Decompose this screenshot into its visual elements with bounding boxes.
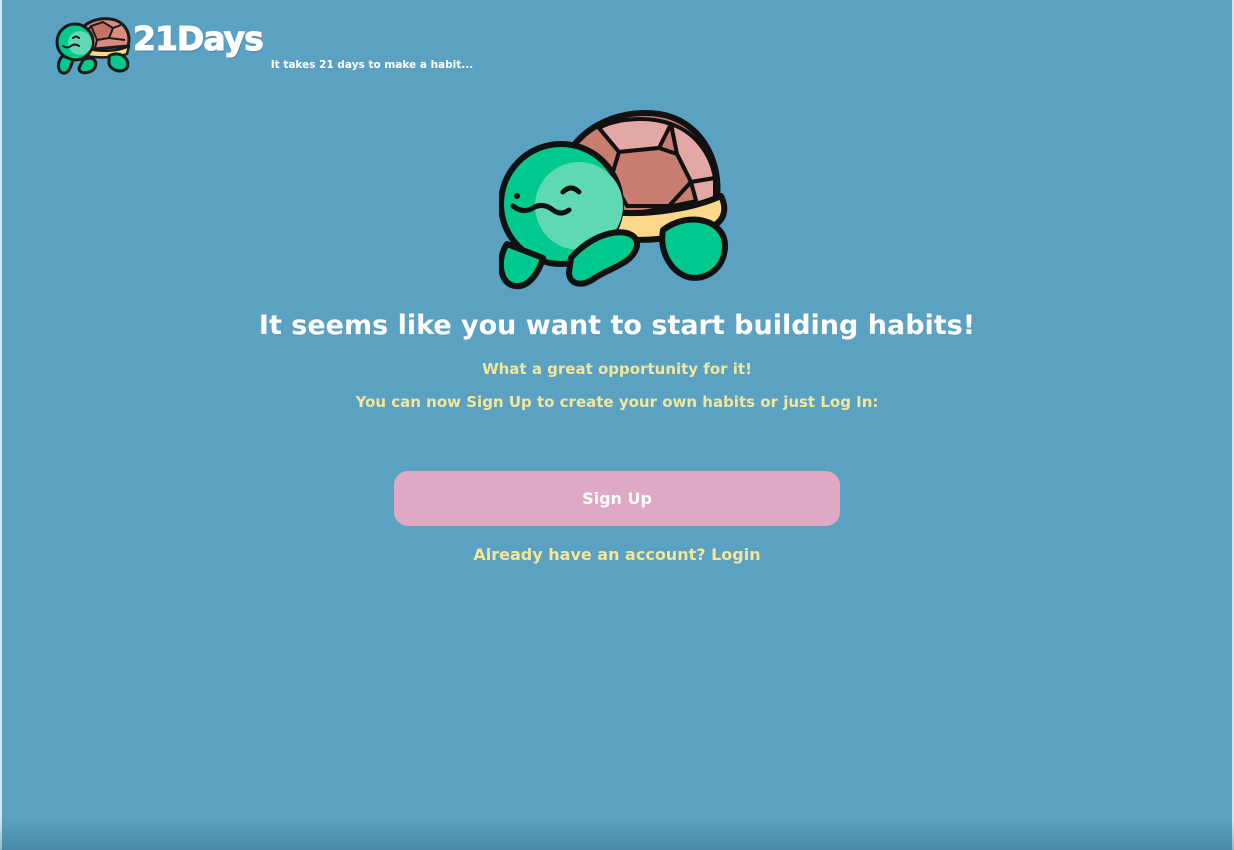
login-link[interactable]: Already have an account? Login (473, 545, 760, 564)
sign-up-button[interactable]: Sign Up (394, 471, 840, 526)
bottom-shade (0, 820, 1234, 850)
welcome-panel: It seems like you want to start building… (0, 108, 1234, 564)
brand-name[interactable]: 21Days (133, 22, 265, 56)
app-header: 21Days It takes 21 days to make a habit.… (55, 16, 473, 78)
tagline: It takes 21 days to make a habit... (270, 59, 474, 71)
turtle-illustration (499, 110, 729, 290)
instruction-text: You can now Sign Up to create your own h… (355, 393, 879, 411)
page-title: It seems like you want to start building… (258, 310, 976, 341)
turtle-logo-icon[interactable] (55, 16, 131, 76)
subtitle-text: What a great opportunity for it! (482, 360, 752, 378)
